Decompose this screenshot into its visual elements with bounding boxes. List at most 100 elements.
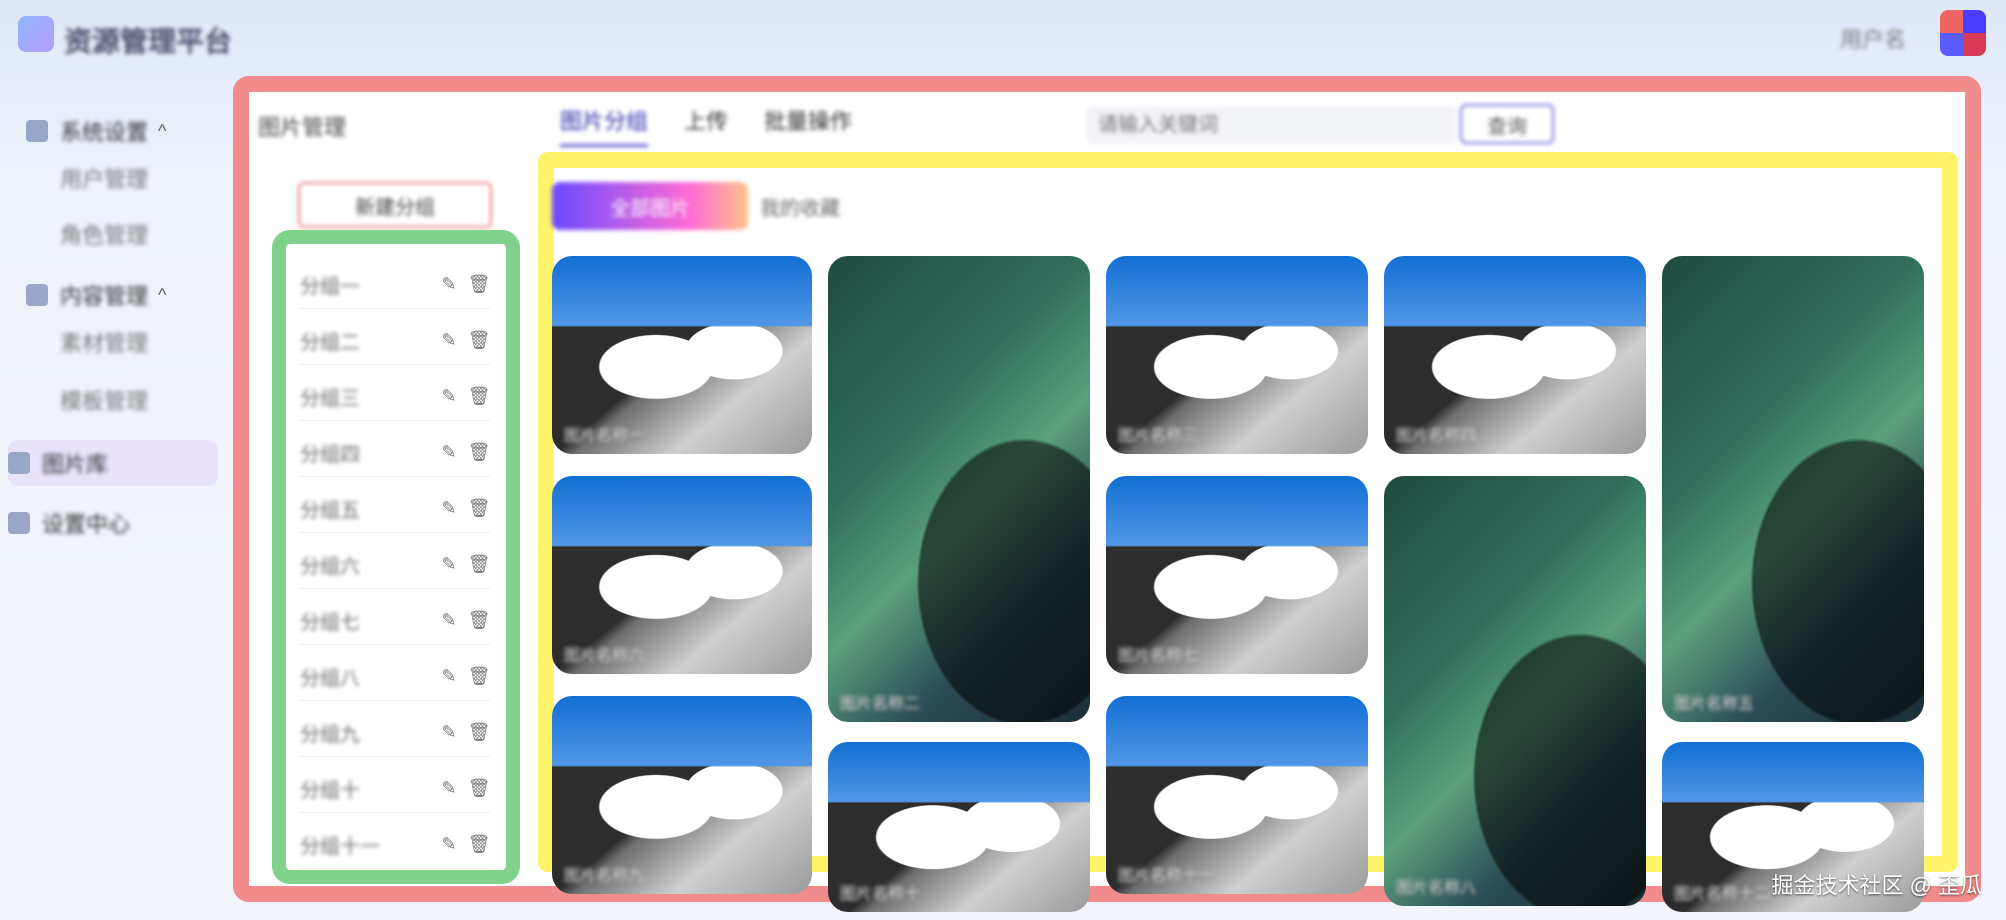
app-logo bbox=[18, 16, 54, 52]
edit-icon[interactable]: ✎ bbox=[438, 441, 460, 463]
sidebar-group-2[interactable]: 内容管理 ^ bbox=[26, 274, 216, 316]
list-item[interactable]: 分组七 ✎ 🗑 bbox=[300, 596, 490, 645]
image-tile[interactable]: 图片名称十 bbox=[828, 742, 1090, 912]
search-button[interactable]: 查询 bbox=[1460, 104, 1554, 144]
sidebar-subitem-4[interactable]: 模板管理 bbox=[60, 384, 148, 416]
settings-icon bbox=[26, 120, 48, 142]
image-tile[interactable]: 图片名称七 bbox=[1106, 476, 1368, 674]
list-item-label: 分组六 bbox=[300, 555, 360, 578]
trash-icon[interactable]: 🗑 bbox=[468, 777, 491, 799]
list-item-label: 分组五 bbox=[300, 499, 360, 522]
list-item-label: 分组十 bbox=[300, 779, 360, 802]
image-caption: 图片名称三 bbox=[1118, 428, 1199, 445]
sidebar-subitem-3[interactable]: 素材管理 bbox=[60, 326, 148, 358]
list-item[interactable]: 分组十一 ✎ 🗑 bbox=[300, 820, 490, 869]
list-item[interactable]: 分组八 ✎ 🗑 bbox=[300, 652, 490, 701]
content-icon bbox=[26, 284, 48, 306]
trash-icon[interactable]: 🗑 bbox=[468, 273, 491, 295]
list-item-label: 分组九 bbox=[300, 723, 360, 746]
sidebar-item-extra[interactable]: 设置中心 bbox=[8, 500, 218, 546]
tab-1[interactable]: 图片分组 bbox=[560, 104, 649, 147]
image-tile[interactable]: 图片名称五 bbox=[1662, 256, 1924, 722]
edit-icon[interactable]: ✎ bbox=[438, 273, 460, 295]
edit-icon[interactable]: ✎ bbox=[438, 721, 460, 743]
edit-icon[interactable]: ✎ bbox=[438, 385, 460, 407]
trash-icon[interactable]: 🗑 bbox=[468, 721, 491, 743]
page-title: 图片管理 bbox=[258, 115, 347, 140]
avatar[interactable] bbox=[1940, 10, 1986, 56]
top-bar: 资源管理平台 用户名 bbox=[0, 0, 2006, 80]
image-caption: 图片名称一 bbox=[564, 428, 645, 445]
edit-icon[interactable]: ✎ bbox=[438, 553, 460, 575]
edit-icon[interactable]: ✎ bbox=[438, 833, 460, 855]
trash-icon[interactable]: 🗑 bbox=[468, 833, 491, 855]
list-item-label: 分组四 bbox=[300, 443, 360, 466]
new-group-button[interactable]: 新建分组 bbox=[298, 182, 492, 228]
trash-icon[interactable]: 🗑 bbox=[468, 497, 491, 519]
chevron-up-icon: ^ bbox=[158, 284, 167, 305]
list-item-label: 分组一 bbox=[300, 275, 360, 298]
edit-icon[interactable]: ✎ bbox=[438, 665, 460, 687]
list-item-label: 分组八 bbox=[300, 667, 360, 690]
search-input[interactable] bbox=[1086, 106, 1456, 144]
segmented-active[interactable]: 全部图片 bbox=[552, 182, 748, 230]
tab-3[interactable]: 批量操作 bbox=[764, 104, 852, 147]
list-item[interactable]: 分组五 ✎ 🗑 bbox=[300, 484, 490, 533]
list-item-label: 分组七 bbox=[300, 611, 360, 634]
image-tile[interactable]: 图片名称三 bbox=[1106, 256, 1368, 454]
sidebar-subitem-1[interactable]: 用户管理 bbox=[60, 162, 148, 194]
trash-icon[interactable]: 🗑 bbox=[468, 665, 491, 687]
trash-icon[interactable]: 🗑 bbox=[468, 385, 491, 407]
list-item-label: 分组三 bbox=[300, 387, 360, 410]
image-tile[interactable]: 图片名称二 bbox=[828, 256, 1090, 722]
gear-icon bbox=[8, 512, 30, 534]
list-item-label: 分组十一 bbox=[300, 835, 380, 858]
list-item[interactable]: 分组六 ✎ 🗑 bbox=[300, 540, 490, 589]
image-caption: 图片名称四 bbox=[1396, 428, 1477, 445]
tab-2[interactable]: 上传 bbox=[684, 104, 728, 147]
list-item[interactable]: 分组三 ✎ 🗑 bbox=[300, 372, 490, 421]
image-caption: 图片名称九 bbox=[564, 868, 645, 885]
list-item-label: 分组二 bbox=[300, 331, 360, 354]
image-tile[interactable]: 图片名称一 bbox=[552, 256, 812, 454]
edit-icon[interactable]: ✎ bbox=[438, 497, 460, 519]
trash-icon[interactable]: 🗑 bbox=[468, 553, 491, 575]
user-name[interactable]: 用户名 bbox=[1840, 22, 1906, 54]
sidebar-item-active-label: 图片库 bbox=[42, 452, 109, 477]
edit-icon[interactable]: ✎ bbox=[438, 777, 460, 799]
image-caption: 图片名称八 bbox=[1396, 880, 1477, 897]
image-tile[interactable]: 图片名称四 bbox=[1384, 256, 1646, 454]
image-tile[interactable]: 图片名称九 bbox=[552, 696, 812, 894]
sidebar-subitem-2[interactable]: 角色管理 bbox=[60, 218, 148, 250]
sidebar-group-2-label: 内容管理 bbox=[60, 284, 149, 309]
image-tile[interactable]: 图片名称六 bbox=[552, 476, 812, 674]
trash-icon[interactable]: 🗑 bbox=[468, 441, 491, 463]
image-caption: 图片名称十一 bbox=[1118, 868, 1215, 885]
chevron-up-icon: ^ bbox=[158, 120, 167, 141]
image-caption: 图片名称十 bbox=[840, 886, 921, 903]
image-tile[interactable]: 图片名称八 bbox=[1384, 476, 1646, 906]
tabs-bar: 图片分组 上传 批量操作 bbox=[560, 104, 852, 147]
edit-icon[interactable]: ✎ bbox=[438, 329, 460, 351]
list-item[interactable]: 分组二 ✎ 🗑 bbox=[300, 316, 490, 365]
sidebar-group-1-label: 系统设置 bbox=[60, 120, 149, 145]
app-title: 资源管理平台 bbox=[64, 26, 233, 57]
trash-icon[interactable]: 🗑 bbox=[468, 609, 491, 631]
sidebar-item-extra-label: 设置中心 bbox=[42, 512, 131, 537]
image-caption: 图片名称七 bbox=[1118, 648, 1199, 665]
trash-icon[interactable]: 🗑 bbox=[468, 329, 491, 351]
edit-icon[interactable]: ✎ bbox=[438, 609, 460, 631]
image-caption: 图片名称五 bbox=[1674, 696, 1755, 713]
image-tile[interactable]: 图片名称十一 bbox=[1106, 696, 1368, 894]
segmented-other[interactable]: 我的收藏 bbox=[760, 192, 840, 221]
sidebar-item-active[interactable]: 图片库 bbox=[8, 440, 218, 486]
image-caption: 图片名称二 bbox=[840, 696, 921, 713]
watermark: 掘金技术社区 @ 歪瓜 bbox=[1771, 873, 1982, 898]
list-item[interactable]: 分组十 ✎ 🗑 bbox=[300, 764, 490, 813]
image-icon bbox=[8, 452, 30, 474]
sidebar-group-1[interactable]: 系统设置 ^ bbox=[26, 110, 216, 152]
list-item[interactable]: 分组一 ✎ 🗑 bbox=[300, 260, 490, 309]
list-item[interactable]: 分组九 ✎ 🗑 bbox=[300, 708, 490, 757]
list-item[interactable]: 分组四 ✎ 🗑 bbox=[300, 428, 490, 477]
sidebar: 系统设置 ^ 用户管理 角色管理 内容管理 ^ 素材管理 模板管理 图片库 设置… bbox=[0, 90, 230, 910]
